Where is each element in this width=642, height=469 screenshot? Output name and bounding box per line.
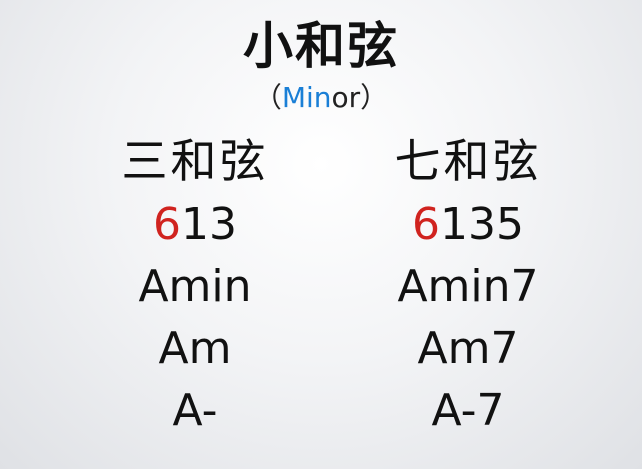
seventh-heading: 七和弦 xyxy=(394,134,542,188)
seventh-name-symbol: A-7 xyxy=(431,385,505,436)
seventh-column: 七和弦 6135 Amin7 Am7 A-7 xyxy=(338,130,598,442)
triad-name-short: Am xyxy=(158,323,232,374)
slide: 小和弦 （Minor） 三和弦 613 Amin Am A- 七和弦 6135 … xyxy=(0,0,642,469)
seventh-name-full: Amin7 xyxy=(397,261,539,312)
seventh-degrees: 6135 xyxy=(338,194,598,256)
slide-title: 小和弦 xyxy=(243,17,399,75)
seventh-name-short: Am7 xyxy=(417,323,519,374)
triad-root-degree: 6 xyxy=(153,199,181,250)
triad-other-degrees: 13 xyxy=(181,199,237,250)
triad-column: 三和弦 613 Amin Am A- xyxy=(65,130,325,442)
subtitle-open-paren: （ xyxy=(253,81,282,114)
triad-name-symbol: A- xyxy=(172,385,218,436)
seventh-root-degree: 6 xyxy=(412,199,440,250)
triad-name-full: Amin xyxy=(138,261,252,312)
slide-subtitle: （Minor） xyxy=(0,80,642,116)
subtitle-highlight: Min xyxy=(281,81,332,114)
triad-degrees: 613 xyxy=(65,194,325,256)
seventh-other-degrees: 135 xyxy=(440,199,524,250)
subtitle-rest: or xyxy=(331,81,361,114)
triad-heading: 三和弦 xyxy=(121,134,269,188)
subtitle-close-paren: ） xyxy=(360,81,389,114)
